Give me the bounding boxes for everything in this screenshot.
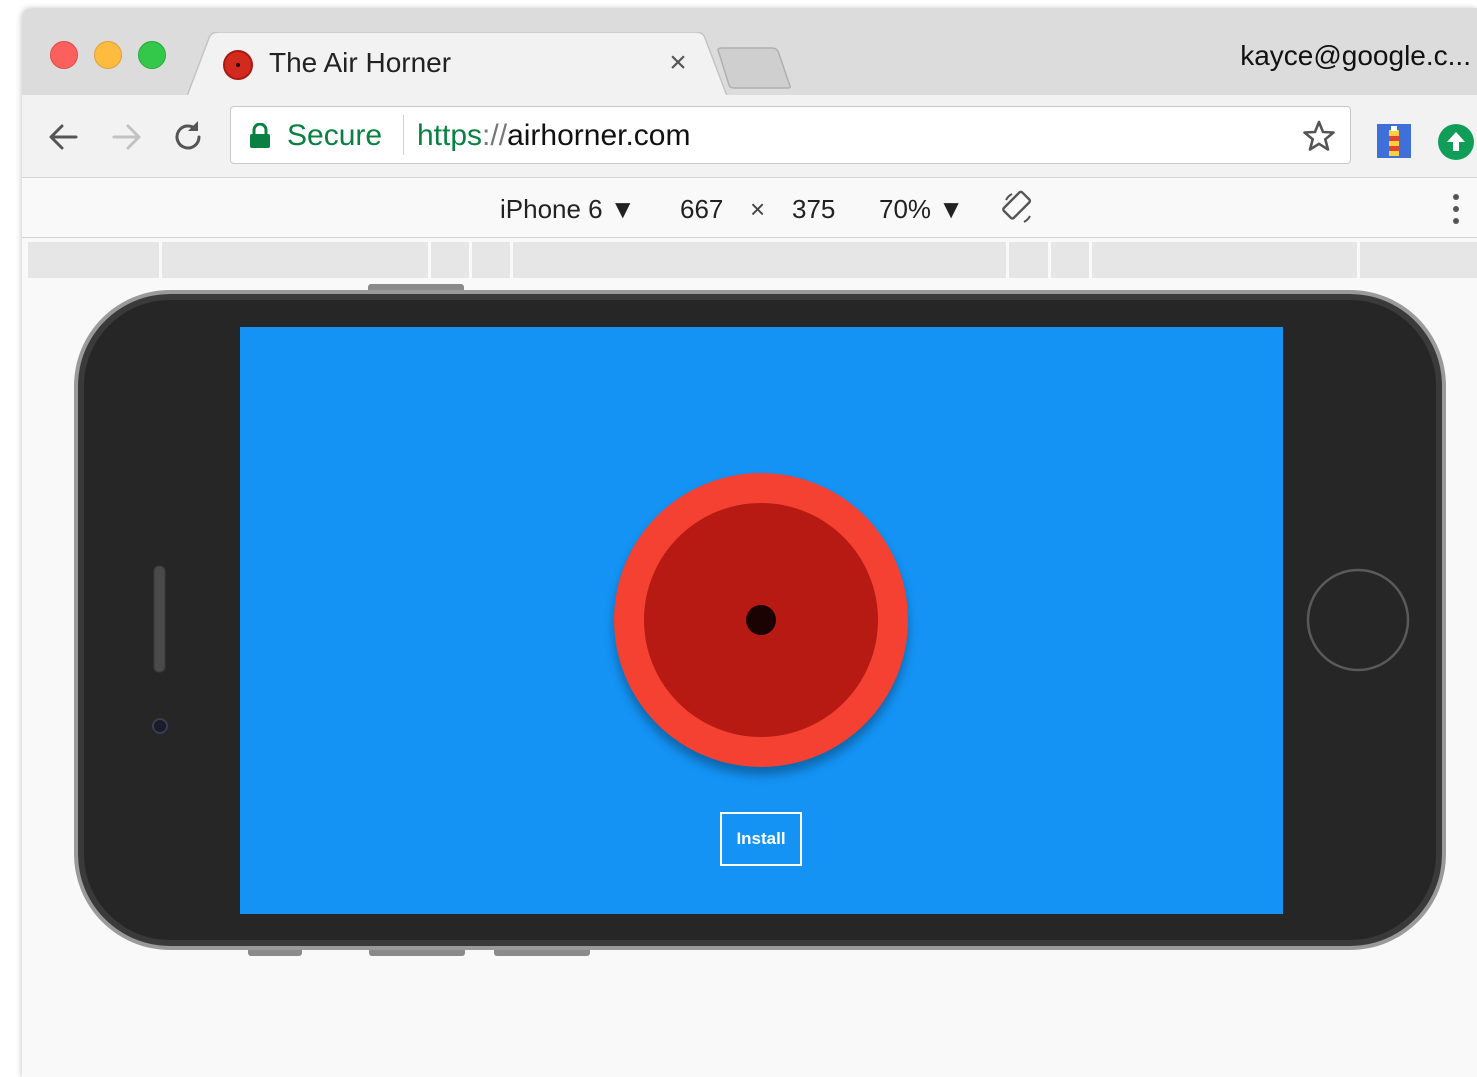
omnibox-divider: [403, 115, 404, 155]
url-separator: ://: [482, 119, 508, 152]
upload-arrow-icon: [1447, 132, 1465, 151]
lock-icon: [250, 123, 270, 148]
mq-divider: [428, 242, 431, 278]
upload-icon[interactable]: [1438, 124, 1474, 160]
lighthouse-icon[interactable]: [1377, 124, 1411, 158]
device-width-input[interactable]: 667: [680, 194, 723, 225]
mq-divider: [1357, 242, 1360, 278]
address-bar[interactable]: Secure https://airhorner.com: [230, 106, 1351, 164]
tab-air-horner[interactable]: The Air Horner ×: [187, 32, 727, 96]
tab-strip: The Air Horner × kayce@google.c...: [22, 8, 1477, 96]
mq-divider: [1048, 242, 1051, 278]
rotate-icon[interactable]: [1000, 190, 1036, 226]
close-icon[interactable]: ×: [663, 46, 693, 80]
zoom-window-button[interactable]: [138, 41, 166, 69]
secure-label: Secure: [287, 119, 383, 152]
forward-icon[interactable]: [106, 117, 146, 157]
reload-icon[interactable]: [168, 117, 208, 157]
profile-name[interactable]: kayce@google.c...: [1240, 40, 1471, 72]
url-text: https://airhorner.com: [417, 119, 690, 153]
mq-divider: [1089, 242, 1092, 278]
dimension-times: ×: [750, 194, 766, 224]
airhorn-button[interactable]: [614, 473, 908, 767]
tab-title: The Air Horner: [269, 47, 452, 78]
tab-shape: [187, 32, 727, 96]
browser-toolbar: Secure https://airhorner.com: [22, 95, 1477, 178]
device-screen: Install: [240, 327, 1283, 914]
mq-divider: [469, 242, 472, 278]
minimize-window-button[interactable]: [94, 41, 122, 69]
url-host: airhorner.com: [507, 119, 691, 152]
device-height-input[interactable]: 375: [792, 194, 835, 225]
zoom-select[interactable]: 70% ▼: [879, 194, 964, 225]
close-window-button[interactable]: [50, 41, 78, 69]
more-vert-icon[interactable]: [1450, 193, 1462, 225]
new-tab-button[interactable]: [714, 46, 794, 90]
airhorn-inner: [644, 503, 878, 737]
mq-divider: [1006, 242, 1009, 278]
install-button[interactable]: Install: [720, 812, 802, 866]
url-scheme: https: [417, 119, 483, 152]
device-toolbar: iPhone 6 ▼ 667 × 375 70% ▼: [22, 178, 1477, 238]
airhorn-center: [746, 605, 776, 635]
back-icon[interactable]: [44, 117, 84, 157]
mq-divider: [159, 242, 162, 278]
mq-divider: [510, 242, 513, 278]
star-icon[interactable]: [1302, 119, 1336, 153]
device-select[interactable]: iPhone 6 ▼: [500, 194, 636, 225]
browser-window: The Air Horner × kayce@google.c... Secur…: [22, 8, 1477, 1077]
airhorn-favicon-icon: [223, 50, 253, 80]
media-query-bar[interactable]: [28, 242, 1477, 278]
